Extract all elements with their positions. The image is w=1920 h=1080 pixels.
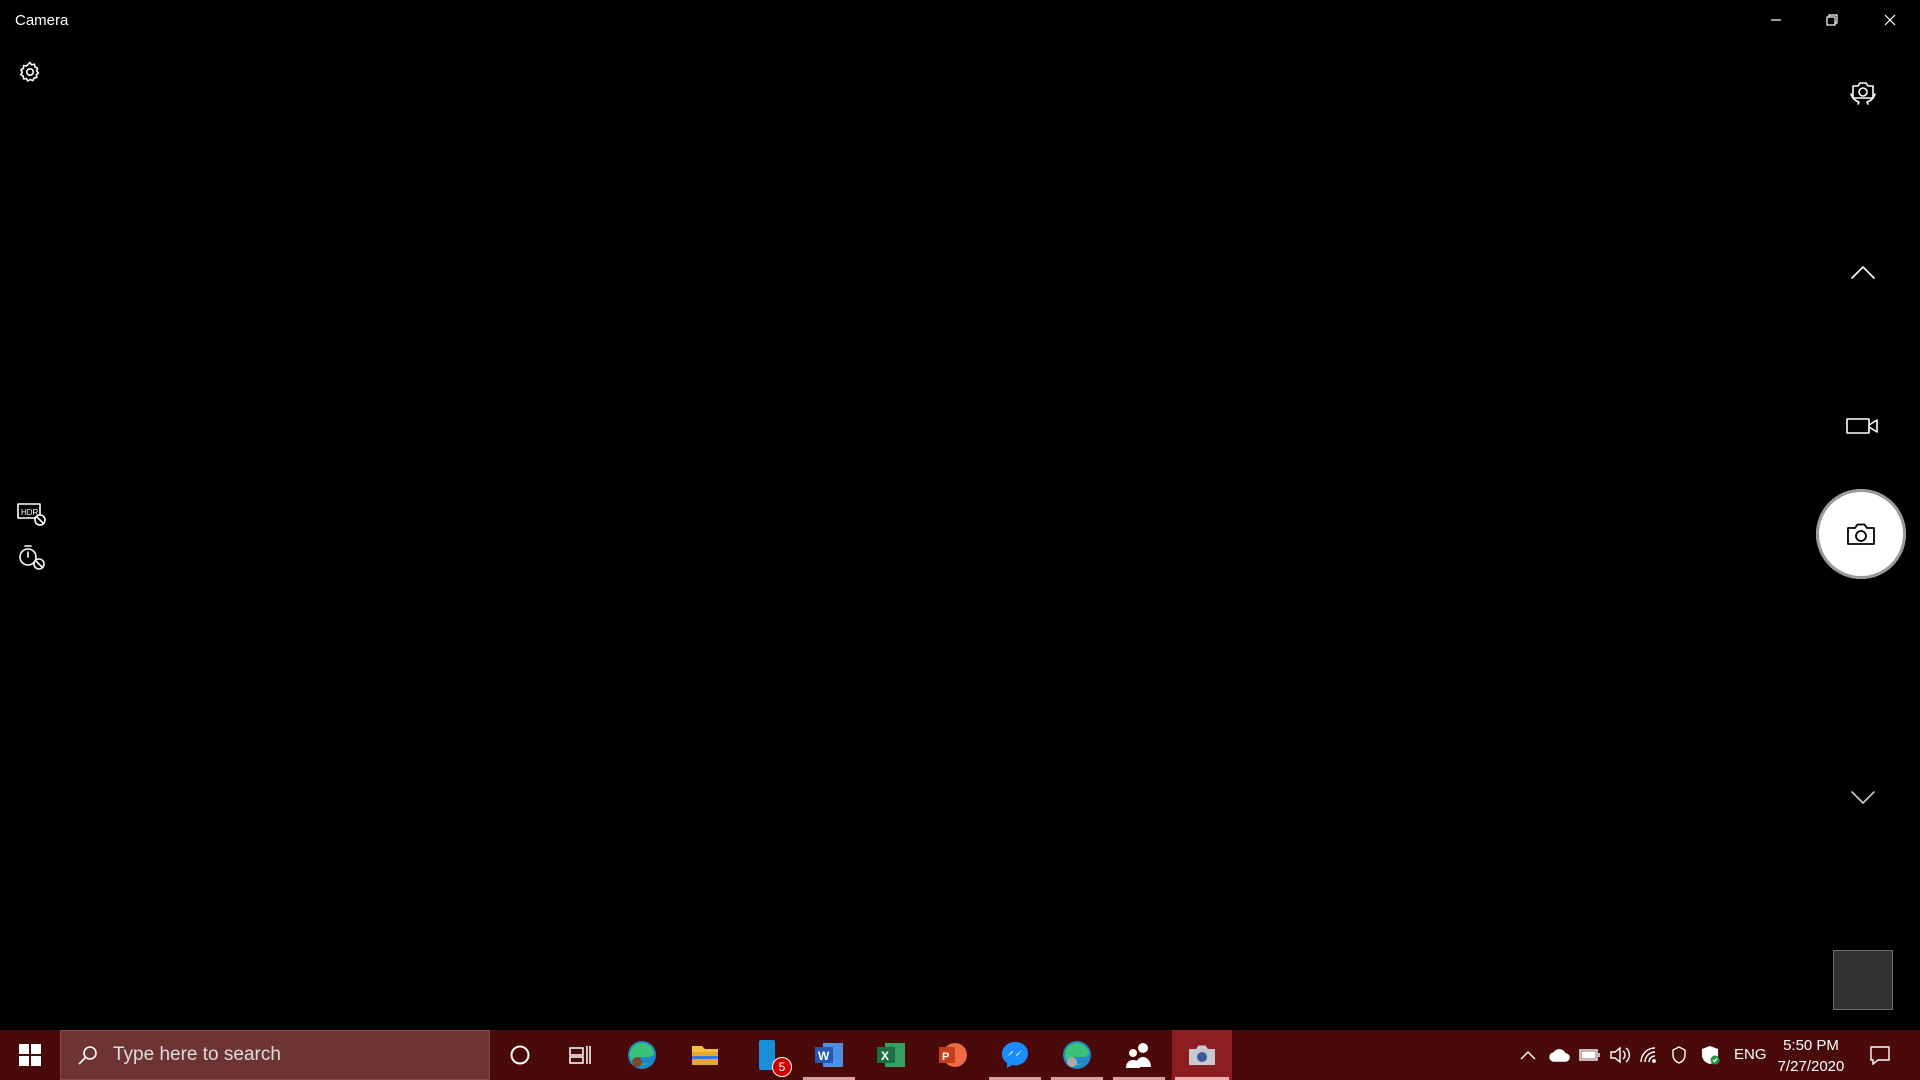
taskbar-messenger[interactable] xyxy=(986,1030,1044,1080)
timer-off-icon xyxy=(19,545,45,570)
cortana-button[interactable] xyxy=(491,1030,549,1080)
taskbar-word[interactable]: W xyxy=(800,1030,858,1080)
cortana-icon xyxy=(510,1045,530,1065)
expand-down-button[interactable] xyxy=(1846,784,1880,812)
close-button[interactable] xyxy=(1862,0,1918,40)
wifi-icon xyxy=(1640,1047,1656,1063)
svg-text:HDR: HDR xyxy=(21,508,39,517)
language-indicator[interactable]: ENG xyxy=(1734,1030,1767,1080)
restore-icon xyxy=(1826,14,1838,26)
start-button[interactable] xyxy=(0,1030,60,1080)
defender-shield-icon xyxy=(1702,1046,1720,1065)
onedrive-icon xyxy=(1549,1049,1570,1062)
taskbar-edge[interactable] xyxy=(613,1030,671,1080)
notification-icon xyxy=(1870,1046,1890,1065)
camera-icon xyxy=(1847,523,1875,545)
folder-icon xyxy=(692,1046,718,1065)
video-mode-button[interactable] xyxy=(1844,412,1880,440)
title-bar: Camera xyxy=(0,0,1920,40)
switch-camera-button[interactable] xyxy=(1846,74,1880,108)
shield-outline-icon xyxy=(1672,1046,1686,1064)
timer-toggle[interactable] xyxy=(14,542,48,572)
battery-icon xyxy=(1579,1049,1600,1061)
search-placeholder: Type here to search xyxy=(113,1044,281,1065)
battery-tray[interactable] xyxy=(1576,1030,1604,1080)
taskbar-phone[interactable]: 5 xyxy=(738,1030,796,1080)
wifi-tray[interactable] xyxy=(1636,1030,1664,1080)
word-icon: W xyxy=(815,1043,843,1067)
chevron-up-icon xyxy=(1520,1051,1536,1060)
chevron-down-icon xyxy=(1851,791,1875,804)
svg-text:P: P xyxy=(942,1051,949,1063)
chevron-up-icon xyxy=(1851,266,1875,279)
svg-text:W: W xyxy=(818,1049,830,1063)
taskbar-edge-beta[interactable] xyxy=(1048,1030,1106,1080)
show-hidden-icons-button[interactable] xyxy=(1516,1030,1540,1080)
taskbar: Type here to search 5 W X P ENG 5:50 PM … xyxy=(0,1030,1920,1080)
switch-camera-icon xyxy=(1850,82,1876,105)
edge-icon xyxy=(628,1041,656,1069)
volume-icon xyxy=(1610,1046,1630,1064)
app-title: Camera xyxy=(15,12,69,29)
edge-beta-icon xyxy=(1063,1041,1091,1069)
clock-date: 7/27/2020 xyxy=(1777,1058,1845,1075)
taskbar-file-explorer[interactable] xyxy=(676,1030,734,1080)
search-box[interactable]: Type here to search xyxy=(60,1030,490,1080)
hdr-off-icon: HDR xyxy=(17,503,46,526)
camera-app-icon xyxy=(1189,1045,1215,1065)
hdr-toggle[interactable]: HDR xyxy=(14,500,48,528)
taskbar-people[interactable] xyxy=(1110,1030,1168,1080)
photo-shutter-button[interactable] xyxy=(1816,489,1906,579)
taskbar-powerpoint[interactable]: P xyxy=(924,1030,982,1080)
defender-tray[interactable] xyxy=(1696,1030,1724,1080)
volume-tray[interactable] xyxy=(1606,1030,1634,1080)
taskbar-camera[interactable] xyxy=(1172,1030,1232,1080)
task-view-icon xyxy=(569,1046,591,1064)
people-icon xyxy=(1126,1043,1151,1068)
security-tray[interactable] xyxy=(1666,1030,1692,1080)
messenger-icon xyxy=(1002,1042,1028,1068)
minimize-button[interactable] xyxy=(1748,0,1804,40)
taskbar-excel[interactable]: X xyxy=(862,1030,920,1080)
expand-up-button[interactable] xyxy=(1846,258,1880,286)
video-mode-icon xyxy=(1846,418,1878,434)
settings-button[interactable] xyxy=(12,56,48,88)
excel-icon: X xyxy=(877,1043,905,1067)
windows-logo-icon xyxy=(19,1044,41,1066)
notification-badge: 5 xyxy=(772,1057,792,1077)
powerpoint-icon: P xyxy=(939,1043,967,1067)
search-icon xyxy=(78,1046,97,1065)
close-icon xyxy=(1884,14,1896,26)
settings-icon xyxy=(20,61,40,82)
svg-text:X: X xyxy=(881,1049,889,1063)
clock-time: 5:50 PM xyxy=(1783,1037,1839,1054)
task-view-button[interactable] xyxy=(551,1030,609,1080)
minimize-icon xyxy=(1771,19,1781,21)
restore-button[interactable] xyxy=(1804,0,1860,40)
action-center-button[interactable] xyxy=(1862,1030,1898,1080)
last-photo-thumbnail[interactable] xyxy=(1833,950,1893,1010)
onedrive-tray[interactable] xyxy=(1546,1030,1574,1080)
clock[interactable]: 5:50 PM 7/27/2020 xyxy=(1772,1035,1850,1077)
